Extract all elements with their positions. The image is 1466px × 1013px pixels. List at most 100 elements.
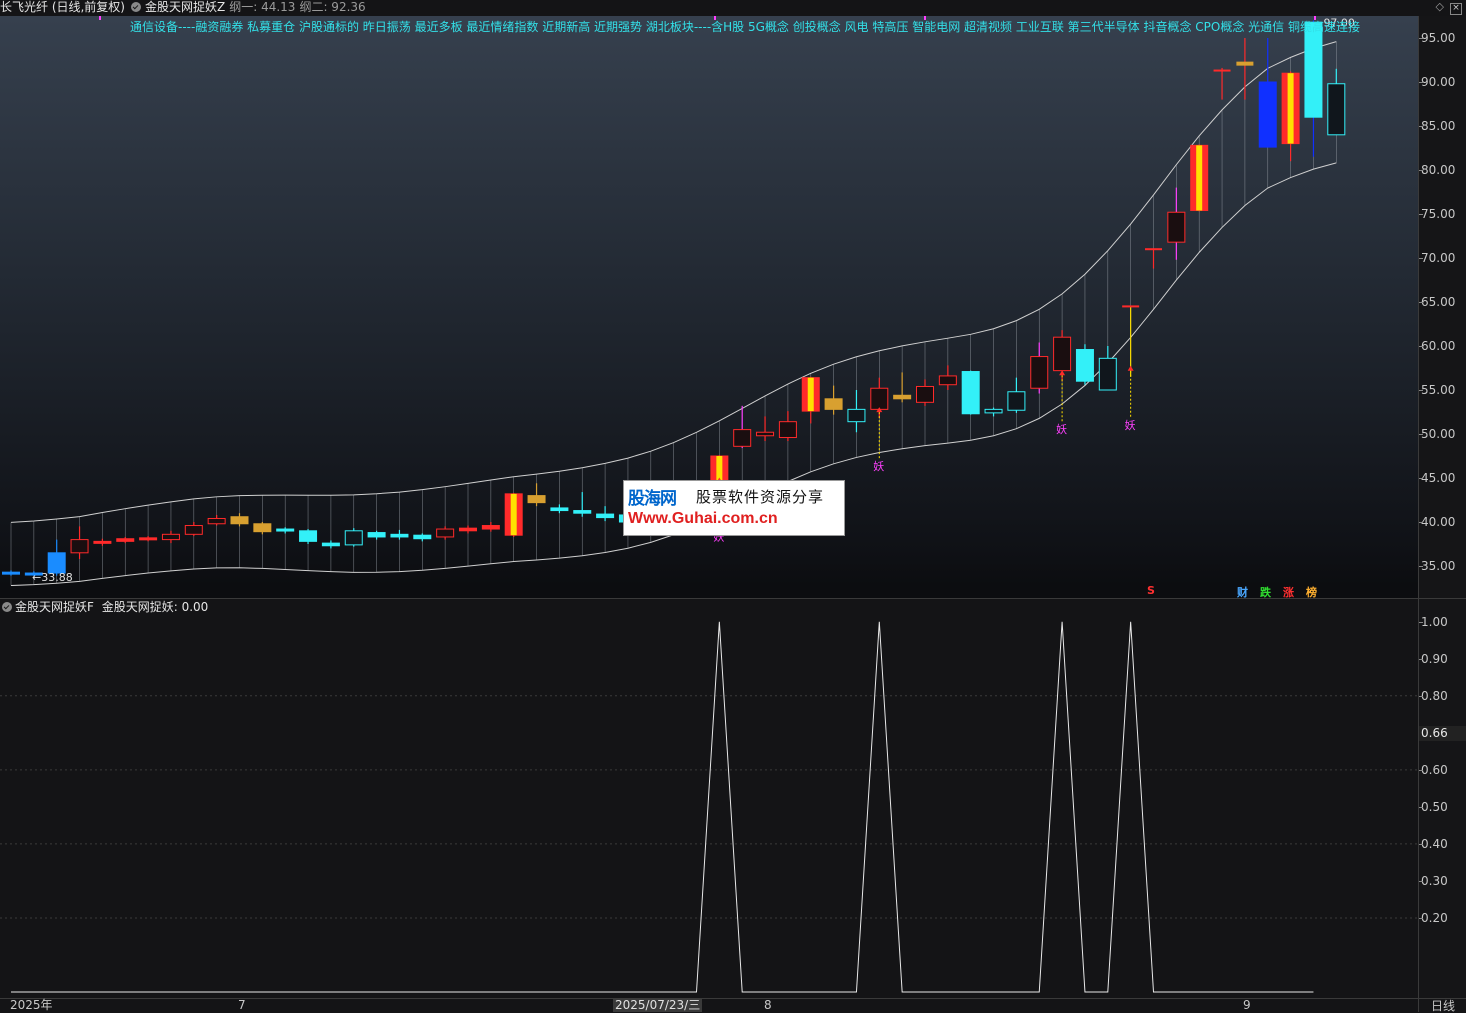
price-tick: 40.00 bbox=[1418, 515, 1456, 529]
candle-body bbox=[573, 510, 592, 514]
candle-body bbox=[1167, 211, 1186, 243]
candle-body bbox=[459, 527, 477, 532]
title-bar: 长飞光纤 (日线,前复权) 金股天网捉妖Z 纲一: 44.13 纲二: 92.36 bbox=[0, 0, 1466, 16]
candle-body bbox=[1304, 21, 1323, 118]
price-tick: 55.00 bbox=[1418, 383, 1456, 397]
indicator-menu-icon[interactable] bbox=[131, 2, 141, 12]
candle-body bbox=[1053, 336, 1072, 372]
signal-axis[interactable]: 0.66 1.00 0.90 0.80 0.60 0.50 0.40 0.30 0.20 bbox=[1418, 599, 1466, 998]
candle-body bbox=[299, 530, 318, 542]
candle-body bbox=[161, 533, 180, 541]
watermark-brand: 股海网 bbox=[628, 489, 677, 509]
candle-stripe bbox=[510, 493, 517, 536]
close-icon[interactable]: × bbox=[1450, 3, 1462, 15]
cursor-date: 2025/07/23/三 bbox=[613, 998, 703, 1012]
gang2-value: 纲二: 92.36 bbox=[299, 0, 366, 14]
price-axis[interactable]: 95.00 90.00 85.00 80.00 75.00 70.00 65.00 60.00… bbox=[1418, 16, 1466, 598]
stock-name[interactable]: 长飞光纤 (日线,前复权) bbox=[0, 0, 125, 14]
candle-body bbox=[1327, 83, 1346, 136]
price-tick: 60.00 bbox=[1418, 339, 1456, 353]
candle-body bbox=[1007, 391, 1026, 411]
candle-body bbox=[70, 539, 89, 554]
candle-body bbox=[824, 398, 843, 410]
candle-body bbox=[139, 537, 158, 541]
candle-stripe bbox=[807, 377, 814, 412]
concept-tags: 通信设备----融资融券 私募重仓 沪股通标的 昨日振荡 最近多板 最近情绪指数… bbox=[130, 20, 1360, 34]
x-label-aug: 8 bbox=[764, 998, 772, 1012]
diamond-icon[interactable]: ◇ bbox=[1436, 0, 1444, 13]
candle-stripe bbox=[1196, 145, 1203, 211]
sub-panel-title: 金股天网捉妖F 金股天网捉妖: 0.00 bbox=[0, 600, 208, 614]
candle-body bbox=[2, 571, 20, 575]
candle-body bbox=[367, 532, 386, 538]
price-tick: 75.00 bbox=[1418, 207, 1456, 221]
gang1-value: 纲一: 44.13 bbox=[229, 0, 296, 14]
signal-tick: 0.80 bbox=[1419, 688, 1448, 703]
date-axis[interactable]: 2025年 7 2025/07/23/三 8 9 bbox=[0, 998, 1418, 1013]
candle-body bbox=[184, 525, 203, 535]
signal-tick: 0.20 bbox=[1419, 910, 1448, 925]
price-tick: 65.00 bbox=[1418, 295, 1456, 309]
candle-body bbox=[1236, 61, 1254, 66]
candle-body bbox=[527, 495, 546, 504]
candle-body bbox=[230, 516, 249, 525]
period-selector[interactable]: 日线 bbox=[1418, 998, 1466, 1013]
low-price-label: ←33.88 bbox=[32, 571, 73, 584]
signal-tick: 0.60 bbox=[1419, 762, 1448, 777]
price-tick: 80.00 bbox=[1418, 163, 1456, 177]
candle-body bbox=[847, 408, 866, 423]
yao-arrow-icon bbox=[1127, 365, 1134, 371]
candle-body bbox=[1075, 349, 1094, 382]
candle-body bbox=[321, 542, 340, 547]
candle-body bbox=[1098, 357, 1117, 391]
candle-stripe bbox=[1287, 73, 1294, 144]
indicator-name[interactable]: 金股天网捉妖Z bbox=[145, 0, 225, 14]
signal-chart-panel[interactable] bbox=[0, 616, 1418, 998]
candle-body bbox=[1213, 69, 1231, 72]
signal-chart[interactable] bbox=[0, 616, 1418, 998]
candle-body bbox=[93, 540, 112, 544]
signal-tick: 0.40 bbox=[1419, 836, 1448, 851]
x-label-jul: 7 bbox=[238, 998, 246, 1012]
candle-body bbox=[436, 528, 455, 538]
sub-indicator-name[interactable]: 金股天网捉妖F bbox=[15, 600, 94, 614]
yao-label: 妖 bbox=[1056, 422, 1067, 436]
candle-body bbox=[1030, 356, 1049, 389]
sub-indicator-menu-icon[interactable] bbox=[2, 602, 12, 612]
price-tick: 45.00 bbox=[1418, 471, 1456, 485]
sell-marker[interactable]: S bbox=[1147, 584, 1155, 597]
price-tick: 70.00 bbox=[1418, 251, 1456, 265]
candle-body bbox=[893, 394, 912, 400]
price-tick: 90.00 bbox=[1418, 75, 1456, 89]
signal-tick: 1.00 bbox=[1419, 614, 1448, 629]
candle-body bbox=[253, 523, 272, 533]
x-label-year: 2025年 bbox=[10, 998, 53, 1012]
panel-divider[interactable] bbox=[0, 598, 1466, 599]
candle-body bbox=[756, 431, 775, 437]
signal-line bbox=[11, 621, 1314, 993]
candle-body bbox=[870, 387, 889, 410]
candle-body bbox=[916, 385, 934, 403]
guhai-watermark: 股海网 股票软件资源分享 Www.Guhai.com.cn bbox=[623, 480, 845, 536]
x-label-sep: 9 bbox=[1243, 998, 1251, 1012]
sub-indicator-value: 金股天网捉妖: 0.00 bbox=[101, 600, 209, 614]
candle-body bbox=[1122, 305, 1140, 308]
candle-body bbox=[207, 517, 226, 525]
price-tick: 50.00 bbox=[1418, 427, 1456, 441]
event-marker-row: S 财 跌 涨 榜 bbox=[0, 584, 1418, 599]
candle-body bbox=[938, 375, 957, 386]
yao-label: 妖 bbox=[1125, 418, 1136, 432]
candle-body bbox=[1258, 81, 1277, 148]
signal-tick: 0.30 bbox=[1419, 873, 1448, 888]
watermark-url: Www.Guhai.com.cn bbox=[628, 510, 778, 527]
candle-body bbox=[116, 538, 135, 542]
candle-body bbox=[733, 429, 752, 447]
candle-body bbox=[596, 513, 615, 519]
window-controls: ◇ × bbox=[1430, 0, 1462, 15]
candle-body bbox=[778, 421, 797, 439]
candle-body bbox=[984, 408, 1003, 414]
signal-tick: 0.50 bbox=[1419, 799, 1448, 814]
signal-tick: 0.90 bbox=[1419, 651, 1448, 666]
yao-label: 妖 bbox=[873, 459, 884, 473]
price-tick: 85.00 bbox=[1418, 119, 1456, 133]
